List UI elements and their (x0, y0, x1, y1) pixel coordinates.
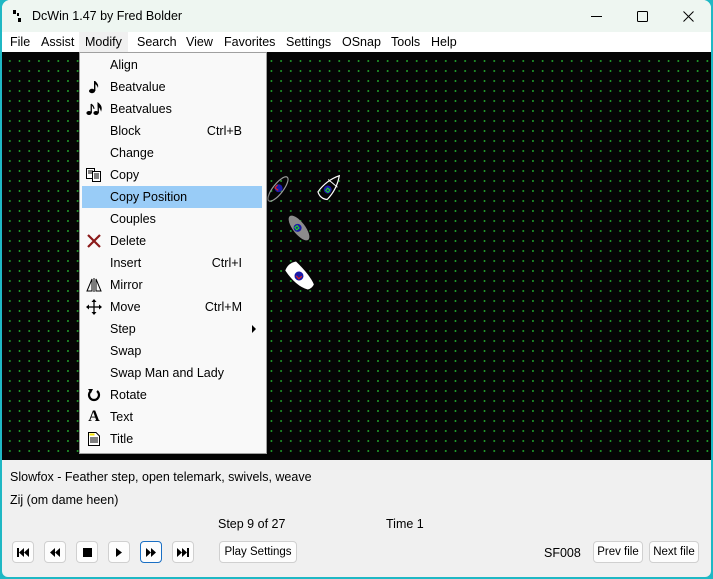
copy-icon (86, 167, 102, 183)
footprint-filled-white[interactable] (284, 259, 316, 293)
submenu-arrow-icon (252, 325, 256, 333)
menu-item-step[interactable]: Step (82, 318, 262, 340)
step-description-text: Zij (om dame heen) (10, 493, 119, 507)
menu-assist[interactable]: Assist (35, 32, 80, 52)
maximize-button[interactable] (619, 0, 665, 32)
menu-item-label: Rotate (110, 388, 147, 402)
menu-item-copy[interactable]: Copy (82, 164, 262, 186)
menu-item-label: Swap Man and Lady (110, 366, 224, 380)
menu-item-label: Mirror (110, 278, 143, 292)
menu-item-label: Couples (110, 212, 156, 226)
menu-item-mirror[interactable]: Mirror (82, 274, 262, 296)
menu-search[interactable]: Search (131, 32, 183, 52)
stop-button[interactable] (76, 541, 98, 563)
play-icon (116, 547, 122, 557)
step-back-button[interactable] (44, 541, 66, 563)
fast-forward-icon (146, 547, 156, 557)
prev-file-button[interactable]: Prev file (593, 541, 643, 563)
menu-item-title[interactable]: Title (82, 428, 262, 450)
menu-tools[interactable]: Tools (385, 32, 426, 52)
minimize-button[interactable] (573, 0, 619, 32)
menu-item-couples[interactable]: Couples (82, 208, 262, 230)
menu-item-delete[interactable]: Delete (82, 230, 262, 252)
first-step-button[interactable] (12, 541, 34, 563)
menu-item-label: Swap (110, 344, 142, 358)
app-window: DcWin 1.47 by Fred Bolder File Assist Mo… (2, 0, 711, 577)
app-logo-icon (13, 10, 21, 22)
rotate-icon (86, 387, 102, 403)
skip-to-end-icon (177, 547, 189, 557)
skip-to-start-icon (17, 547, 29, 557)
menu-item-swap-man-and-lady[interactable]: Swap Man and Lady (82, 362, 262, 384)
delete-x-icon (86, 233, 102, 249)
menu-item-label: Beatvalue (110, 80, 166, 94)
close-button[interactable] (665, 0, 711, 32)
menu-item-swap[interactable]: Swap (82, 340, 262, 362)
menu-item-label: Step (110, 322, 136, 336)
play-button[interactable] (108, 541, 130, 563)
title-doc-icon (86, 431, 102, 447)
dance-title-text: Slowfox - Feather step, open telemark, s… (10, 470, 312, 484)
menu-item-copy-position[interactable]: Copy Position (82, 186, 262, 208)
next-file-button[interactable]: Next file (649, 541, 699, 563)
menu-view[interactable]: View (180, 32, 219, 52)
step-forward-button[interactable] (140, 541, 162, 563)
menu-modify[interactable]: Modify (79, 32, 128, 52)
minimize-icon (590, 15, 602, 17)
footprint-filled-gray[interactable] (285, 212, 313, 243)
menu-item-label: Block (110, 124, 141, 138)
beamed-notes-icon (86, 101, 102, 117)
menu-item-label: Beatvalues (110, 102, 172, 116)
menu-item-label: Delete (110, 234, 147, 248)
menu-item-label: Align (110, 58, 138, 72)
rewind-icon (50, 547, 60, 557)
maximize-icon (636, 10, 648, 22)
menu-file[interactable]: File (4, 32, 36, 52)
menu-osnap[interactable]: OSnap (336, 32, 387, 52)
menu-item-move[interactable]: Move Ctrl+M (82, 296, 262, 318)
menu-item-label: Text (110, 410, 133, 424)
stop-icon (82, 547, 92, 557)
menu-item-change[interactable]: Change (82, 142, 262, 164)
footprint-outline-white[interactable] (317, 172, 344, 201)
menu-item-label: Title (110, 432, 134, 446)
step-counter: Step 9 of 27 (218, 517, 286, 531)
menu-item-label: Move (110, 300, 141, 314)
menu-item-shortcut: Ctrl+B (206, 124, 242, 138)
menu-item-label: Insert (110, 256, 142, 270)
last-step-button[interactable] (172, 541, 194, 563)
menu-item-label: Change (110, 146, 154, 160)
menu-item-align[interactable]: Align (82, 54, 262, 76)
menu-item-beatvalue[interactable]: Beatvalue (82, 76, 262, 98)
menu-item-shortcut: Ctrl+M (204, 300, 242, 314)
file-code: SF008 (544, 546, 581, 560)
menu-help[interactable]: Help (425, 32, 463, 52)
menu-item-rotate[interactable]: Rotate (82, 384, 262, 406)
menu-settings[interactable]: Settings (280, 32, 337, 52)
close-icon (682, 10, 694, 22)
eighth-note-icon (86, 79, 102, 95)
menu-item-insert[interactable]: Insert Ctrl+I (82, 252, 262, 274)
menu-item-shortcut: Ctrl+I (211, 256, 242, 270)
menu-favorites[interactable]: Favorites (218, 32, 281, 52)
menu-item-label: Copy (110, 168, 140, 182)
window-title: DcWin 1.47 by Fred Bolder (32, 9, 183, 23)
footprint-outline-gray[interactable] (265, 174, 291, 204)
menu-item-label: Copy Position (110, 190, 188, 204)
menu-bar: File Assist Modify Search View Favorites… (2, 32, 711, 52)
menu-item-text[interactable]: A Text (82, 406, 262, 428)
title-bar[interactable]: DcWin 1.47 by Fred Bolder (2, 0, 711, 32)
play-settings-button[interactable]: Play Settings (219, 541, 297, 563)
move-arrows-icon (86, 299, 102, 315)
menu-item-block[interactable]: Block Ctrl+B (82, 120, 262, 142)
modify-dropdown-menu: Align Beatvalue Beatvalues Block Ctrl+B … (79, 52, 267, 454)
time-label: Time 1 (386, 517, 424, 531)
text-a-icon: A (88, 408, 100, 425)
menu-item-beatvalues[interactable]: Beatvalues (82, 98, 262, 120)
mirror-icon (86, 277, 102, 293)
